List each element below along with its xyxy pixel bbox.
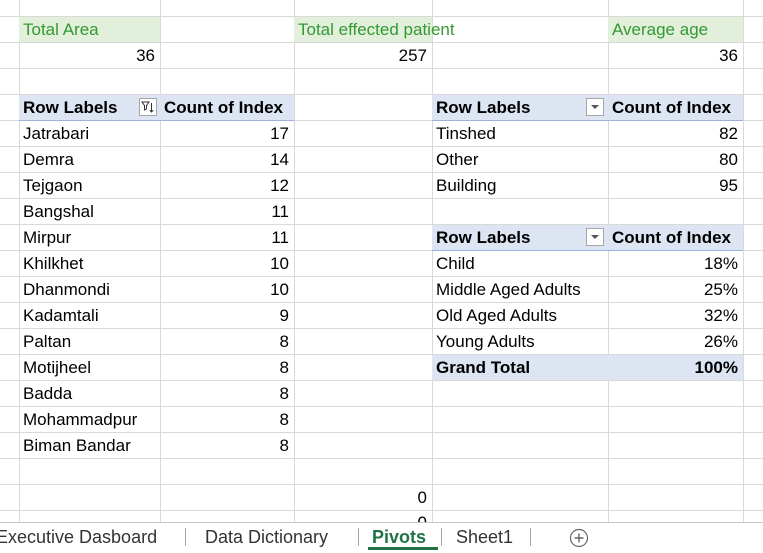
pivot-house-row-labels-header[interactable]: Row Labels <box>432 95 608 120</box>
pivot-age-row-value[interactable]: 26% <box>608 329 743 354</box>
pivot-age-row-value[interactable]: 32% <box>608 303 743 328</box>
pivot-area-count-header[interactable]: Count of Index <box>160 95 294 120</box>
worksheet-grid[interactable]: Total Area Total effected patient Averag… <box>0 0 763 522</box>
pivot-area-row-value[interactable]: 10 <box>160 251 294 276</box>
pivot-house-row-label[interactable]: Other <box>432 147 608 172</box>
tab-separator <box>358 528 359 546</box>
pivot-age-row-value[interactable]: 25% <box>608 277 743 302</box>
sheet-tab-bar: Executive Dasboard Data Dictionary Pivot… <box>0 522 763 550</box>
pivot-area-row-label[interactable]: Jatrabari <box>19 121 160 146</box>
tab-executive-dasboard[interactable]: Executive Dasboard <box>0 523 157 551</box>
pivot-area-row-label[interactable]: Tejgaon <box>19 173 160 198</box>
pivot-house-row-labels-text: Row Labels <box>436 98 531 117</box>
pivot-area-row-value[interactable]: 8 <box>160 433 294 458</box>
pivot-area-row-label[interactable]: Bangshal <box>19 199 160 224</box>
plus-circle-icon[interactable] <box>569 528 589 548</box>
kpi-average-age-label[interactable]: Average age <box>608 17 743 42</box>
pivot-area-row-label[interactable]: Kadamtali <box>19 303 160 328</box>
pivot-house-row-value[interactable]: 80 <box>608 147 743 172</box>
pivot-age-row-value[interactable]: 18% <box>608 251 743 276</box>
kpi-total-patient-value[interactable]: 257 <box>294 43 432 68</box>
pivot-area-row-label[interactable]: Paltan <box>19 329 160 354</box>
stray-zero-cell[interactable]: 0 <box>294 485 432 510</box>
kpi-total-area-label[interactable]: Total Area <box>19 17 160 42</box>
pivot-house-row-value[interactable]: 82 <box>608 121 743 146</box>
gridline <box>0 68 763 69</box>
stray-zero-cell-cut[interactable]: 0 <box>294 510 432 522</box>
pivot-area-row-value[interactable]: 10 <box>160 277 294 302</box>
kpi-total-patient-label[interactable]: Total effected patient <box>294 17 455 42</box>
kpi-average-age-value[interactable]: 36 <box>608 43 743 68</box>
pivot-area-row-label[interactable]: Mohammadpur <box>19 407 160 432</box>
tab-separator <box>530 528 531 546</box>
tab-separator <box>185 528 186 546</box>
pivot-area-row-label[interactable]: Dhanmondi <box>19 277 160 302</box>
pivot-house-row-label[interactable]: Tinshed <box>432 121 608 146</box>
pivot-age-row-labels-text: Row Labels <box>436 228 531 247</box>
gridline <box>0 458 763 459</box>
pivot-age-grand-total-label[interactable]: Grand Total <box>432 355 608 380</box>
pivot-area-row-value[interactable]: 17 <box>160 121 294 146</box>
pivot-age-row-label[interactable]: Child <box>432 251 608 276</box>
pivot-area-row-value[interactable]: 8 <box>160 407 294 432</box>
pivot-house-row-value[interactable]: 95 <box>608 173 743 198</box>
tab-data-dictionary[interactable]: Data Dictionary <box>205 523 328 551</box>
pivot-area-row-label[interactable]: Motijheel <box>19 355 160 380</box>
filter-sort-icon[interactable] <box>139 98 157 116</box>
dropdown-arrow-icon[interactable] <box>586 228 604 246</box>
tab-sheet1[interactable]: Sheet1 <box>456 523 513 551</box>
pivot-house-count-header[interactable]: Count of Index <box>608 95 743 120</box>
pivot-area-row-value[interactable]: 14 <box>160 147 294 172</box>
kpi-total-area-value[interactable]: 36 <box>19 43 160 68</box>
pivot-age-grand-total-value[interactable]: 100% <box>608 355 743 380</box>
pivot-area-row-value[interactable]: 8 <box>160 381 294 406</box>
pivot-age-row-label[interactable]: Young Adults <box>432 329 608 354</box>
pivot-area-row-label[interactable]: Biman Bandar <box>19 433 160 458</box>
pivot-area-row-label[interactable]: Demra <box>19 147 160 172</box>
gridline <box>743 0 744 522</box>
tab-separator <box>441 528 442 546</box>
gridline <box>294 0 295 522</box>
pivot-area-row-value[interactable]: 11 <box>160 225 294 250</box>
pivot-age-row-labels-header[interactable]: Row Labels <box>432 225 608 250</box>
pivot-area-row-value[interactable]: 8 <box>160 355 294 380</box>
pivot-area-row-label[interactable]: Mirpur <box>19 225 160 250</box>
pivot-area-row-labels-text: Row Labels <box>23 98 118 117</box>
pivot-area-row-value[interactable]: 11 <box>160 199 294 224</box>
pivot-area-row-value[interactable]: 9 <box>160 303 294 328</box>
pivot-area-row-value[interactable]: 8 <box>160 329 294 354</box>
pivot-house-row-label[interactable]: Building <box>432 173 608 198</box>
pivot-area-row-label[interactable]: Badda <box>19 381 160 406</box>
pivot-age-row-label[interactable]: Old Aged Adults <box>432 303 608 328</box>
pivot-area-row-label[interactable]: Khilkhet <box>19 251 160 276</box>
pivot-age-count-header[interactable]: Count of Index <box>608 225 743 250</box>
pivot-age-row-label[interactable]: Middle Aged Adults <box>432 277 608 302</box>
pivot-area-row-value[interactable]: 12 <box>160 173 294 198</box>
dropdown-arrow-icon[interactable] <box>586 98 604 116</box>
